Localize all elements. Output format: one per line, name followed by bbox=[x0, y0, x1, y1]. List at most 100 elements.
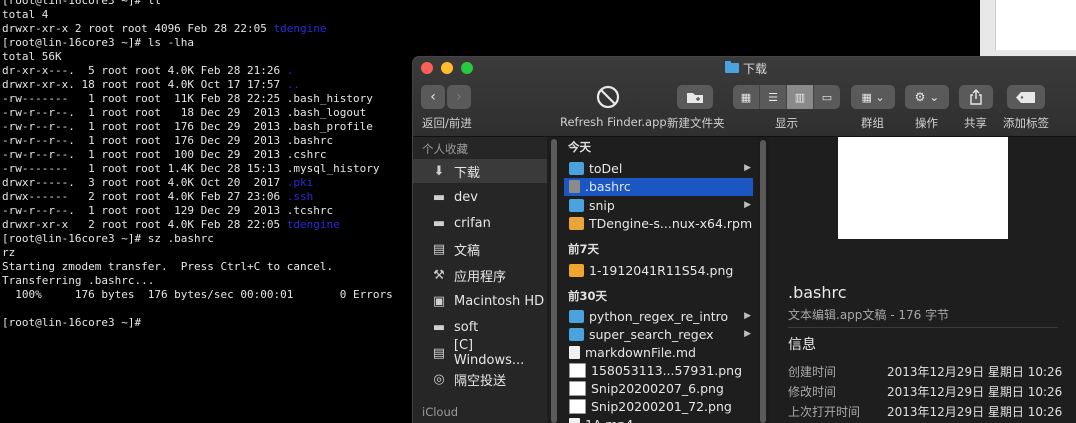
sidebar-scrollbar[interactable] bbox=[548, 137, 560, 423]
terminal-line: rz bbox=[2, 246, 15, 260]
share-icon bbox=[970, 89, 982, 105]
sidebar-item-label: dev bbox=[454, 189, 478, 205]
terminal-line: drwxr-xr-x 2 root root 4096 Feb 28 22:05… bbox=[2, 22, 327, 36]
file-list-item[interactable]: snip ▶ bbox=[564, 196, 753, 214]
group-button[interactable]: ▦ ⌄ bbox=[851, 85, 895, 109]
sidebar-item[interactable]: ⬇ 下载 bbox=[413, 159, 547, 183]
terminal-line: [root@lin-16core3 ~]# ls -lha bbox=[2, 36, 194, 50]
preview-info-header: 信息 bbox=[788, 337, 816, 353]
add-tag-label: 添加标签 bbox=[1003, 116, 1049, 130]
action-button[interactable]: ⚙ ⌄ bbox=[905, 85, 949, 109]
folder-icon bbox=[569, 161, 584, 175]
terminal-line-text: -rw------- 1 root root 11K Feb 28 22:25 … bbox=[2, 92, 373, 105]
forward-button[interactable]: › bbox=[447, 85, 471, 109]
terminal-line-text: drwxr-----. 3 root root 4.0K Oct 20 2017 bbox=[2, 176, 287, 189]
folder-icon bbox=[725, 61, 739, 73]
file-name: toDel bbox=[589, 160, 623, 176]
gallery-view-button[interactable]: ▭ bbox=[814, 85, 840, 109]
column-scroll-thumb[interactable] bbox=[760, 140, 766, 423]
file-list-item[interactable]: super_search_regex ▶ bbox=[564, 325, 753, 343]
file-list-item[interactable]: Snip20200207_6.png bbox=[564, 379, 753, 397]
terminal-line-text: [root@lin-16core3 ~]# bbox=[2, 316, 142, 329]
terminal-line-text: -rw-r--r--. 1 root root 100 Dec 29 2013 … bbox=[2, 148, 327, 161]
terminal-line: dr-xr-x---. 5 root root 4.0K Feb 28 21:2… bbox=[2, 64, 293, 78]
file-list-item[interactable]: 1A.mp4 bbox=[564, 415, 753, 423]
list-view-button[interactable]: ☰ bbox=[760, 85, 787, 109]
group-label: 群组 bbox=[861, 116, 884, 130]
group-header-today: 今天 bbox=[568, 140, 591, 154]
info-row-label: 上次打开时间 bbox=[788, 405, 861, 419]
terminal-line-text: drwxr-xr-x 2 root root 4.0K Feb 28 22:05 bbox=[2, 218, 287, 231]
column-view-button[interactable]: ▥ bbox=[787, 85, 814, 109]
new-folder-icon bbox=[687, 92, 703, 103]
info-row-value: 2013年12月29日 星期日 10:26 bbox=[887, 405, 1063, 419]
new-folder-label: 新建文件夹 bbox=[667, 116, 725, 130]
terminal-line: drwxr-xr-x 2 root root 4.0K Feb 28 22:05… bbox=[2, 218, 340, 232]
group-grid-icon: ▦ ⌄ bbox=[861, 90, 885, 104]
sidebar-item[interactable]: ▣ Macintosh HD bbox=[413, 289, 547, 313]
info-row-value: 2013年12月29日 星期日 10:26 bbox=[887, 365, 1063, 379]
share-button[interactable] bbox=[959, 85, 993, 109]
terminal-line: total 56K bbox=[2, 50, 62, 64]
finder-window[interactable]: 下载 ‹ › 返回/前进 Refresh Finder.app 新建文件夹 ▦ … bbox=[413, 57, 1076, 423]
sidebar-item[interactable]: ▬ dev bbox=[413, 185, 547, 209]
sidebar-item-label: Macintosh HD bbox=[454, 293, 545, 309]
file-list-item[interactable]: TDengine-s...nux-x64.rpm bbox=[564, 215, 753, 233]
back-button[interactable]: ‹ bbox=[421, 85, 445, 109]
sidebar-scroll-thumb[interactable] bbox=[551, 139, 557, 423]
sidebar-item[interactable]: ◎ 隔空投送 bbox=[413, 367, 547, 391]
file-list-item[interactable]: toDel ▶ bbox=[564, 159, 753, 177]
disclosure-arrow-icon: ▶ bbox=[744, 329, 751, 339]
file-list-item[interactable]: .bashrc bbox=[564, 177, 753, 196]
terminal-line: [root@lin-16core3 ~]# ll bbox=[2, 0, 161, 8]
sidebar-item-label: 隔空投送 bbox=[454, 373, 507, 389]
sidebar-item[interactable]: ⚒ 应用程序 bbox=[413, 263, 547, 287]
document-icon bbox=[569, 345, 580, 359]
info-row-label: 修改时间 bbox=[788, 385, 837, 399]
sidebar-item[interactable]: ▬ soft bbox=[413, 315, 547, 339]
minimize-button[interactable] bbox=[441, 62, 453, 74]
view-mode-selector[interactable]: ▦ ☰ ▥ ▭ bbox=[733, 85, 840, 109]
action-label: 操作 bbox=[915, 116, 938, 130]
terminal-line: drwx------ 2 root root 4.0K Feb 27 23:06… bbox=[2, 190, 313, 204]
sidebar-item[interactable]: ▬ crifan bbox=[413, 211, 547, 235]
terminal-line: [root@lin-16core3 ~]# bbox=[2, 316, 141, 330]
disclosure-arrow-icon: ▶ bbox=[744, 200, 751, 210]
terminal-line-text: -rw------- 1 root root 1.4K Dec 28 15:13… bbox=[2, 162, 380, 175]
finder-sidebar: 个人收藏 iCloud ⬇ 下载 ▬ dev ▬ crifan ▤ 文稿 ⚒ 应用程序 ▣ Macin… bbox=[413, 137, 547, 423]
terminal-line: -rw-r--r--. 1 root root 18 Dec 29 2013 .… bbox=[2, 106, 366, 120]
zoom-button[interactable] bbox=[461, 62, 473, 74]
sidebar-item-label: crifan bbox=[454, 215, 491, 231]
terminal-line-text: total 56K bbox=[2, 50, 62, 63]
chevron-left-icon: ‹ bbox=[430, 89, 436, 105]
terminal-line: total 4 bbox=[2, 8, 48, 22]
file-list-item[interactable]: Snip20200201_72.png bbox=[564, 397, 753, 415]
add-tag-button[interactable] bbox=[1007, 85, 1045, 109]
new-folder-button[interactable] bbox=[677, 85, 713, 109]
terminal-line: Transferring .bashrc... bbox=[2, 274, 154, 288]
file-list-item[interactable]: python_regex_re_intro ▶ bbox=[564, 307, 753, 325]
file-name: super_search_regex bbox=[589, 326, 714, 342]
tag-icon bbox=[1016, 91, 1035, 103]
document-icon: ▤ bbox=[432, 345, 446, 361]
sidebar-item-label: soft bbox=[454, 319, 479, 335]
terminal-line-text: [root@lin-16core3 ~]# ll bbox=[2, 0, 161, 7]
terminal-line-text: -rw-r--r--. 1 root root 129 Dec 29 2013 … bbox=[2, 204, 334, 217]
file-list-item[interactable]: 158053113...57931.png bbox=[564, 361, 753, 379]
icon-view-button[interactable]: ▦ bbox=[733, 85, 760, 109]
image-icon bbox=[569, 380, 586, 396]
airdrop-icon: ◎ bbox=[433, 371, 445, 387]
file-list-item[interactable]: markdownFile.md bbox=[564, 343, 753, 361]
terminal-dir-name: .ssh bbox=[286, 190, 314, 203]
sidebar-item[interactable]: ▤ [C] Windows... bbox=[413, 338, 547, 368]
view-label: 显示 bbox=[775, 116, 798, 130]
sidebar-item[interactable]: ▤ 文稿 bbox=[413, 237, 547, 261]
terminal-line-text: drwxr-xr-x 2 root root 4096 Feb 28 22:05 bbox=[2, 22, 274, 35]
close-button[interactable] bbox=[421, 62, 433, 74]
file-name: python_regex_re_intro bbox=[589, 308, 729, 324]
column-scrollbar[interactable] bbox=[757, 137, 769, 423]
refresh-finder-button[interactable] bbox=[594, 85, 622, 109]
file-list-item[interactable]: 1-1912041R11S54.png bbox=[564, 261, 753, 279]
background-window-pane bbox=[995, 0, 1076, 50]
file-name: 158053113...57931.png bbox=[591, 362, 743, 378]
